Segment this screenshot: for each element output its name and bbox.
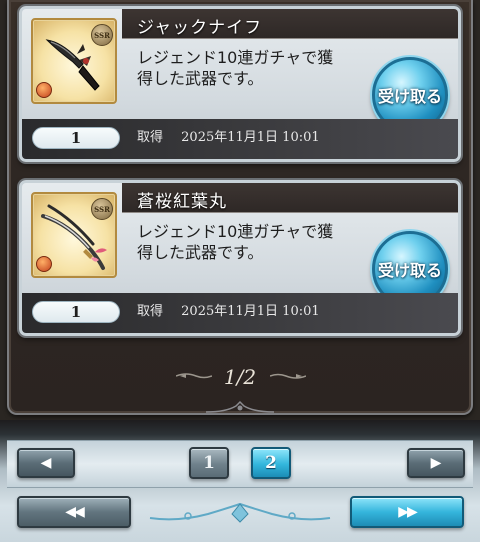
- acquired-label: 取得: [137, 130, 164, 145]
- item-name: ジャックナイフ: [137, 18, 263, 38]
- ornament-center-icon: [149, 502, 331, 523]
- acquired-date: 2025年11月1日 10:01: [181, 304, 320, 319]
- pagination-strip: [7, 440, 473, 488]
- item-description: レジェンド10連ガチャで獲 得した武器です。: [137, 47, 372, 89]
- ornament-bottom-icon: [206, 400, 274, 413]
- description-line: レジェンド10連ガチャで獲: [137, 48, 334, 67]
- description-line: 得した武器です。: [137, 69, 264, 88]
- quantity-badge: 1: [32, 127, 120, 149]
- chevron-left-icon: ◀: [40, 455, 52, 471]
- prev-page-button[interactable]: ◀: [17, 448, 75, 478]
- description-line: レジェンド10連ガチャで獲: [137, 222, 334, 241]
- next-page-button[interactable]: ▶: [407, 448, 465, 478]
- item-thumbnail[interactable]: SSR: [31, 18, 117, 104]
- description-line: 得した武器です。: [137, 243, 264, 262]
- rarity-badge: SSR: [91, 24, 113, 46]
- element-fire-icon: [36, 256, 52, 272]
- chevron-right-icon: ▶: [430, 455, 442, 471]
- item-name: 蒼桜紅葉丸: [137, 192, 227, 212]
- item-card: ジャックナイフ SSR レジェンド10連ガチャで獲 得した武器です。 受け取る …: [19, 6, 461, 162]
- page-button-1[interactable]: 1: [189, 447, 229, 479]
- item-thumbnail[interactable]: SSR: [31, 192, 117, 278]
- first-page-button[interactable]: ◀◀: [17, 496, 131, 528]
- page-indicator: 1/2: [223, 365, 257, 389]
- acquired-date: 2025年11月1日 10:01: [181, 130, 320, 145]
- ornament-right-icon: [270, 373, 306, 379]
- item-description: レジェンド10連ガチャで獲 得した武器です。: [137, 221, 372, 263]
- acquired-label: 取得: [137, 304, 164, 319]
- quantity-badge: 1: [32, 301, 120, 323]
- double-chevron-left-icon: ◀◀: [65, 504, 84, 520]
- item-card: 蒼桜紅葉丸 SSR レジェンド10連ガチャで獲 得した武器です。 受け取る 1 …: [19, 180, 461, 336]
- acquired-info: 取得 2025年11月1日 10:01: [137, 300, 320, 319]
- acquired-info: 取得 2025年11月1日 10:01: [137, 126, 320, 145]
- element-fire-icon: [36, 82, 52, 98]
- rarity-badge: SSR: [91, 198, 113, 220]
- double-chevron-right-icon: ▶▶: [398, 504, 417, 520]
- last-page-button[interactable]: ▶▶: [350, 496, 464, 528]
- page-button-2[interactable]: 2: [251, 447, 291, 479]
